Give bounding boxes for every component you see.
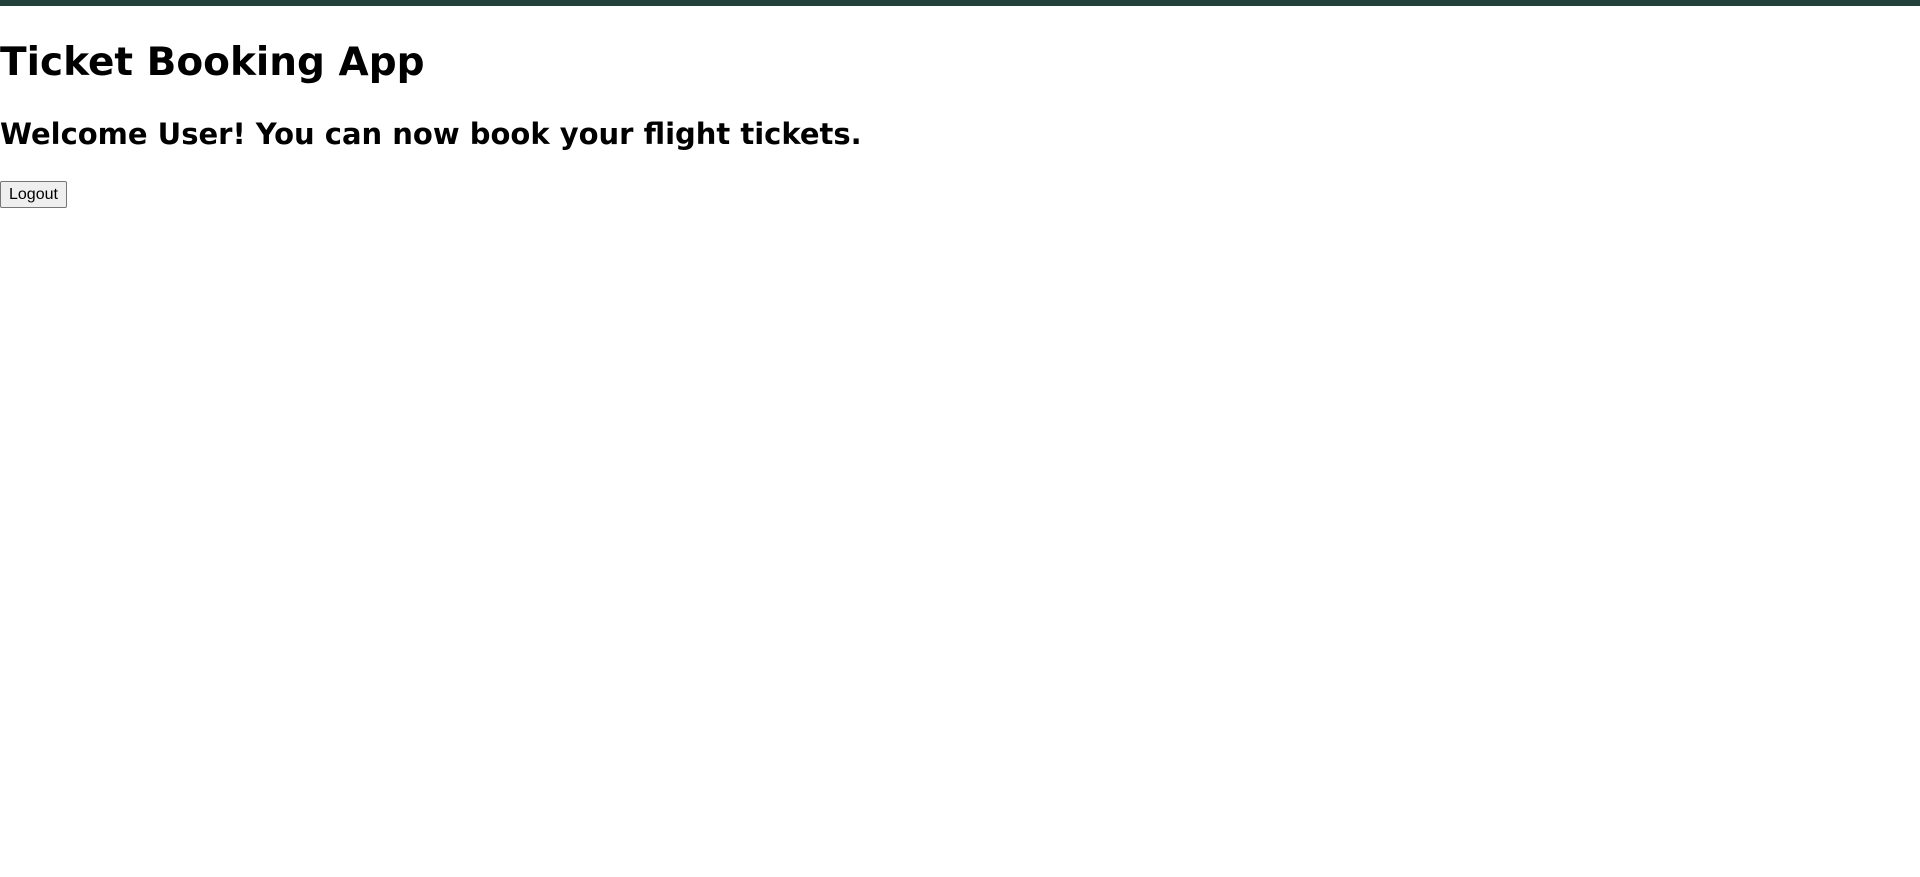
- welcome-message: Welcome User! You can now book your flig…: [0, 117, 862, 151]
- app-title: Ticket Booking App: [0, 40, 425, 85]
- logout-button[interactable]: Logout: [0, 181, 67, 208]
- top-accent-bar: [0, 0, 1920, 6]
